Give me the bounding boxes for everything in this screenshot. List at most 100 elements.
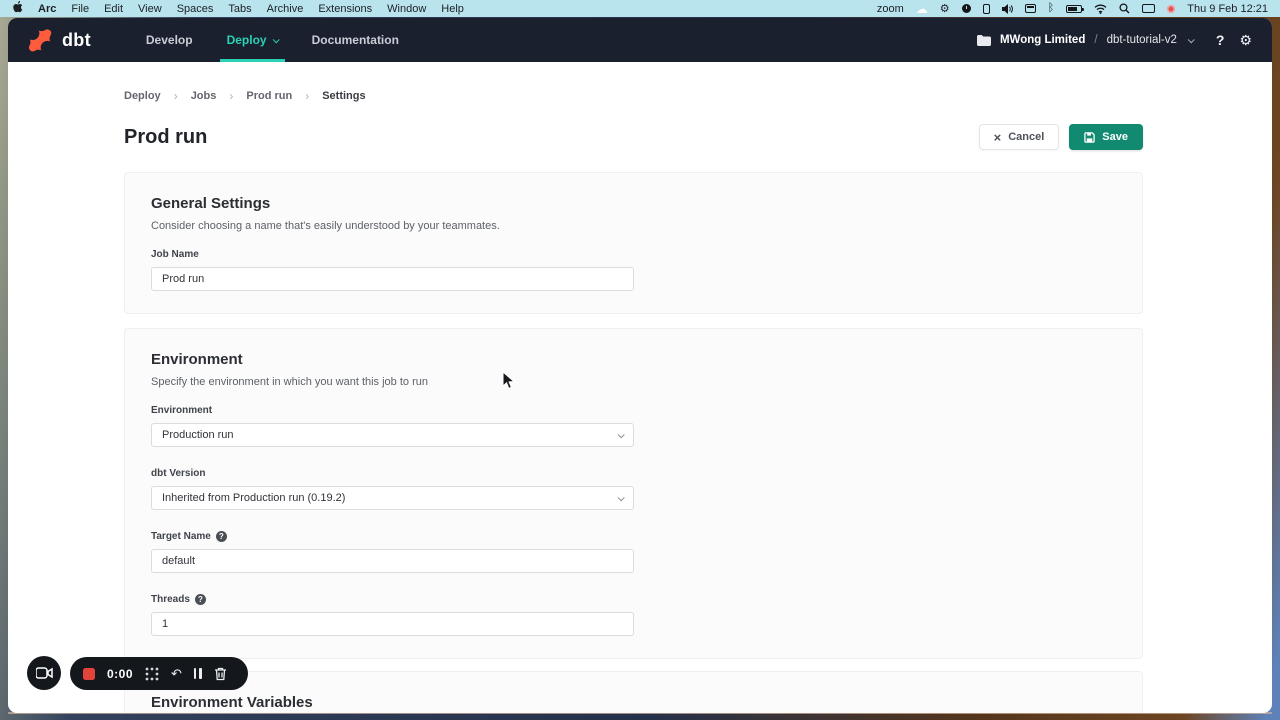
cancel-button[interactable]: × Cancel [979,124,1060,150]
capture-region-button[interactable] [145,667,159,681]
desktop-wallpaper: dbt Develop Deploy Documentation MWong L… [0,17,1280,720]
help-tooltip-icon[interactable]: ? [216,531,227,542]
chevron-down-icon [618,429,623,441]
video-camera-icon [36,667,53,679]
apple-menu-icon[interactable] [12,1,23,16]
page-content: Deploy › Jobs › Prod run › Settings Prod… [8,62,1272,713]
gear-icon[interactable]: ⚙ [1239,32,1252,49]
stop-recording-button[interactable] [83,668,95,680]
undo-button[interactable]: ↶ [171,667,182,680]
account-separator: / [1094,34,1097,46]
title-row: Prod run × Cancel Save [124,124,1143,150]
recording-timer: 0:00 [107,667,133,681]
main-nav: Develop Deploy Documentation [129,18,416,62]
dbt-app-header: dbt Develop Deploy Documentation MWong L… [8,18,1272,62]
threads-input[interactable] [151,612,634,636]
job-name-label: Job Name [151,249,1116,260]
save-button[interactable]: Save [1069,124,1143,150]
general-settings-card: General Settings Consider choosing a nam… [124,172,1143,314]
wifi-icon[interactable] [1094,3,1107,15]
dbt-logo-icon [28,27,55,54]
environment-select[interactable]: Production run [151,423,634,447]
menubar-item-edit[interactable]: Edit [104,3,123,15]
delete-recording-button[interactable] [214,667,227,681]
close-icon: × [994,131,1002,144]
nav-item-documentation[interactable]: Documentation [295,18,416,62]
dbt-logo-text: dbt [62,30,91,51]
dbt-version-field-group: dbt Version Inherited from Production ru… [151,468,1116,510]
menubar-clock[interactable]: Thu 9 Feb 12:21 [1187,3,1268,15]
help-tooltip-icon[interactable]: ? [195,594,206,605]
header-right: MWong Limited / dbt-tutorial-v2 ? ⚙ [977,32,1252,49]
general-settings-heading: General Settings [151,195,1116,212]
app-status-icon[interactable] [983,3,990,15]
project-chevron-icon[interactable] [1188,34,1193,46]
menubar-item-extensions[interactable]: Extensions [318,3,372,15]
account-name[interactable]: MWong Limited [1000,34,1085,46]
battery-icon[interactable] [1066,3,1082,15]
project-selector[interactable]: dbt-tutorial-v2 [1107,34,1177,46]
threads-label: Threads ? [151,594,1116,605]
nav-item-develop[interactable]: Develop [129,18,210,62]
breadcrumb-separator-icon: › [305,89,309,103]
breadcrumb: Deploy › Jobs › Prod run › Settings [124,89,1143,103]
menubar-item-file[interactable]: File [71,3,89,15]
environment-label: Environment [151,405,1116,416]
dbt-version-label: dbt Version [151,468,1116,479]
menubar-menus: Arc File Edit View Spaces Tabs Archive E… [12,1,464,16]
job-name-field-group: Job Name [151,249,1116,291]
menubar-item-view[interactable]: View [138,3,162,15]
macos-menubar: Arc File Edit View Spaces Tabs Archive E… [0,0,1280,17]
menubar-app-name[interactable]: Arc [38,3,56,15]
threads-field-group: Threads ? [151,594,1116,636]
save-icon [1084,132,1095,143]
environment-variables-card: Environment Variables Job level override… [124,671,1143,713]
settings-status-icon[interactable]: ⚙ [940,3,950,15]
chevron-down-icon [618,492,623,504]
spotlight-search-icon[interactable] [1119,3,1130,15]
help-icon[interactable]: ? [1216,32,1225,48]
breadcrumb-jobs[interactable]: Jobs [191,90,217,102]
page-actions: × Cancel Save [979,124,1143,150]
environment-subtitle: Specify the environment in which you wan… [151,376,1116,388]
menubar-item-window[interactable]: Window [387,3,426,15]
control-center-icon[interactable] [1142,3,1155,15]
screen: Arc File Edit View Spaces Tabs Archive E… [0,0,1280,720]
environment-variables-heading: Environment Variables [151,694,1116,711]
folder-icon [977,35,991,46]
dbt-logo[interactable]: dbt [28,27,91,54]
general-settings-subtitle: Consider choosing a name that's easily u… [151,220,1116,232]
environment-field-group: Environment Production run [151,405,1116,447]
bluetooth-icon[interactable]: ᛒ [1048,3,1055,15]
target-name-field-group: Target Name ? [151,531,1116,573]
target-name-label: Target Name ? [151,531,1116,542]
page-title: Prod run [124,126,207,149]
recording-toolbar: 0:00 ↶ [70,657,248,690]
breadcrumb-prod-run[interactable]: Prod run [246,90,292,102]
breadcrumb-deploy[interactable]: Deploy [124,90,161,102]
menubar-item-help[interactable]: Help [441,3,464,15]
volume-icon[interactable] [1002,3,1013,15]
environment-card: Environment Specify the environment in w… [124,328,1143,659]
breadcrumb-separator-icon: › [229,89,233,103]
cloud-status-icon[interactable]: ☁ [916,3,928,15]
recording-indicator-icon[interactable] [1167,3,1175,15]
menubar-item-tabs[interactable]: Tabs [228,3,251,15]
nav-item-deploy[interactable]: Deploy [210,18,295,62]
menubar-status-area: zoom ☁ ⚙ ᛒ Thu 9 Feb 12:21 [877,3,1268,15]
zoom-menu-item[interactable]: zoom [877,3,904,15]
chevron-down-icon [272,36,279,43]
pause-recording-button[interactable] [194,668,202,679]
job-name-input[interactable] [151,267,634,291]
apple-icon [12,1,23,13]
calendar-status-icon[interactable] [1025,3,1036,15]
environment-heading: Environment [151,351,1116,368]
target-name-input[interactable] [151,549,634,573]
breadcrumb-separator-icon: › [174,89,178,103]
camera-toggle-button[interactable] [27,656,61,690]
clock-app-icon[interactable] [962,3,971,15]
menubar-item-archive[interactable]: Archive [267,3,304,15]
breadcrumb-settings: Settings [322,90,365,102]
dbt-version-select[interactable]: Inherited from Production run (0.19.2) [151,486,634,510]
menubar-item-spaces[interactable]: Spaces [177,3,214,15]
